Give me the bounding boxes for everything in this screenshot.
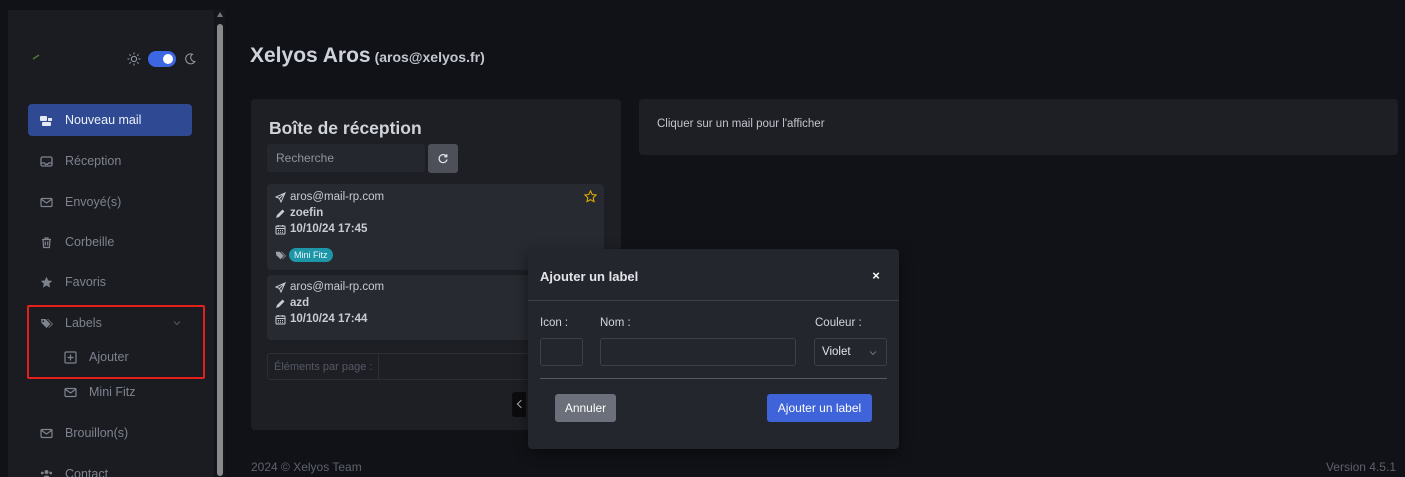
- plus-square-icon: [64, 350, 77, 364]
- add-label-modal: Ajouter un label × Icon : Nom : Couleur …: [528, 249, 899, 449]
- star-icon: [40, 276, 53, 288]
- mail-preview-card: Cliquer sur un mail pour l'afficher: [639, 99, 1398, 155]
- sidebar: Nouveau mail Réception Envoyé(s) Corbeil…: [8, 10, 214, 477]
- pen-icon: [276, 299, 285, 308]
- users-icon: [40, 469, 53, 477]
- sidebar-item-label: Favoris: [65, 275, 106, 289]
- tags-icon: [41, 318, 53, 328]
- items-per-page-label: Éléments par page :: [268, 354, 380, 379]
- sidebar-item-new-mail[interactable]: Nouveau mail: [28, 104, 192, 136]
- search-input[interactable]: [267, 144, 425, 172]
- add-label-button[interactable]: Ajouter un label: [767, 394, 872, 422]
- envelope-icon: [40, 197, 53, 207]
- tags-icon: [275, 251, 286, 259]
- scroll-up-arrow-icon[interactable]: [217, 12, 223, 17]
- logo-icon[interactable]: [32, 54, 40, 60]
- sidebar-item-trash[interactable]: Corbeille: [28, 226, 192, 258]
- send-icon: [275, 191, 286, 203]
- moon-icon: [185, 53, 196, 65]
- star-outline-icon[interactable]: [584, 190, 597, 203]
- inbox-title: Boîte de réception: [269, 118, 422, 138]
- calendar-icon: [275, 314, 286, 324]
- switch-knob: [163, 54, 173, 64]
- pen-icon: [276, 209, 285, 218]
- cancel-button[interactable]: Annuler: [555, 394, 616, 422]
- mail-recipient: azd: [275, 297, 309, 309]
- mail-date: 10/10/24 17:44: [275, 313, 367, 325]
- calendar-icon: [275, 224, 286, 234]
- sidebar-item-label: Mini Fitz: [89, 385, 136, 399]
- sidebar-scrollbar[interactable]: [215, 10, 225, 477]
- footer-version: Version 4.5.1: [1325, 460, 1396, 474]
- refresh-button[interactable]: [428, 144, 458, 173]
- sidebar-item-add-label[interactable]: Ajouter: [52, 341, 192, 373]
- icon-field-label: Icon :: [540, 317, 569, 329]
- scrollbar-thumb[interactable]: [217, 24, 223, 476]
- sidebar-item-favorites[interactable]: Favoris: [28, 266, 192, 298]
- envelope-icon: [64, 387, 77, 397]
- preview-placeholder: Cliquer sur un mail pour l'afficher: [657, 118, 825, 130]
- chevron-down-icon: [869, 351, 877, 356]
- mail-labels: Mini Fitz: [275, 248, 333, 262]
- user-email: (aros@xelyos.fr): [374, 49, 485, 65]
- sidebar-item-label: Labels: [65, 316, 102, 330]
- sidebar-item-label: Réception: [65, 154, 122, 168]
- sun-icon: [127, 52, 141, 66]
- sidebar-item-label: Brouillon(s): [65, 426, 129, 440]
- sidebar-item-label: Contact: [65, 467, 109, 477]
- theme-switch[interactable]: [148, 51, 176, 67]
- icon-field[interactable]: [540, 338, 583, 366]
- name-field[interactable]: [600, 338, 796, 366]
- sidebar-item-label: Nouveau mail: [65, 113, 142, 127]
- close-icon[interactable]: ×: [866, 265, 886, 285]
- previous-page-button[interactable]: [512, 392, 526, 417]
- send-icon: [275, 281, 286, 293]
- sidebar-item-label: Corbeille: [65, 235, 115, 249]
- sidebar-item-drafts[interactable]: Brouillon(s): [28, 417, 192, 449]
- name-field-label: Nom :: [600, 317, 631, 329]
- color-select[interactable]: Violet: [814, 338, 887, 366]
- trash-icon: [42, 236, 51, 248]
- sidebar-item-mini-fitz[interactable]: Mini Fitz: [52, 376, 192, 408]
- sidebar-item-contact[interactable]: Contact: [28, 458, 192, 477]
- compose-icon: [40, 115, 52, 126]
- modal-divider: [528, 300, 899, 301]
- theme-toggle[interactable]: [126, 48, 204, 70]
- user-name: Xelyos Aros: [250, 44, 371, 67]
- mail-sender: aros@mail-rp.com: [275, 281, 384, 293]
- page-title: Xelyos Aros (aros@xelyos.fr): [250, 44, 485, 68]
- mail-sender: aros@mail-rp.com: [275, 191, 384, 203]
- inbox-icon: [40, 155, 53, 167]
- label-badge[interactable]: Mini Fitz: [289, 248, 333, 262]
- sidebar-item-sent[interactable]: Envoyé(s): [28, 186, 192, 218]
- sidebar-item-inbox[interactable]: Réception: [28, 145, 192, 177]
- mail-date: 10/10/24 17:45: [275, 223, 367, 235]
- color-field-label: Couleur :: [815, 317, 862, 329]
- sidebar-item-labels[interactable]: Labels: [28, 307, 192, 339]
- envelope-icon: [40, 428, 53, 438]
- sidebar-item-label: Envoyé(s): [65, 195, 122, 209]
- modal-title: Ajouter un label: [540, 269, 639, 284]
- sidebar-item-label: Ajouter: [89, 350, 129, 364]
- modal-divider: [540, 378, 887, 379]
- mail-recipient: zoefin: [275, 207, 323, 219]
- footer-copyright: 2024 © Xelyos Team: [251, 460, 362, 474]
- chevron-down-icon: [173, 321, 181, 326]
- color-select-value: Violet: [822, 346, 851, 358]
- refresh-icon: [438, 153, 448, 163]
